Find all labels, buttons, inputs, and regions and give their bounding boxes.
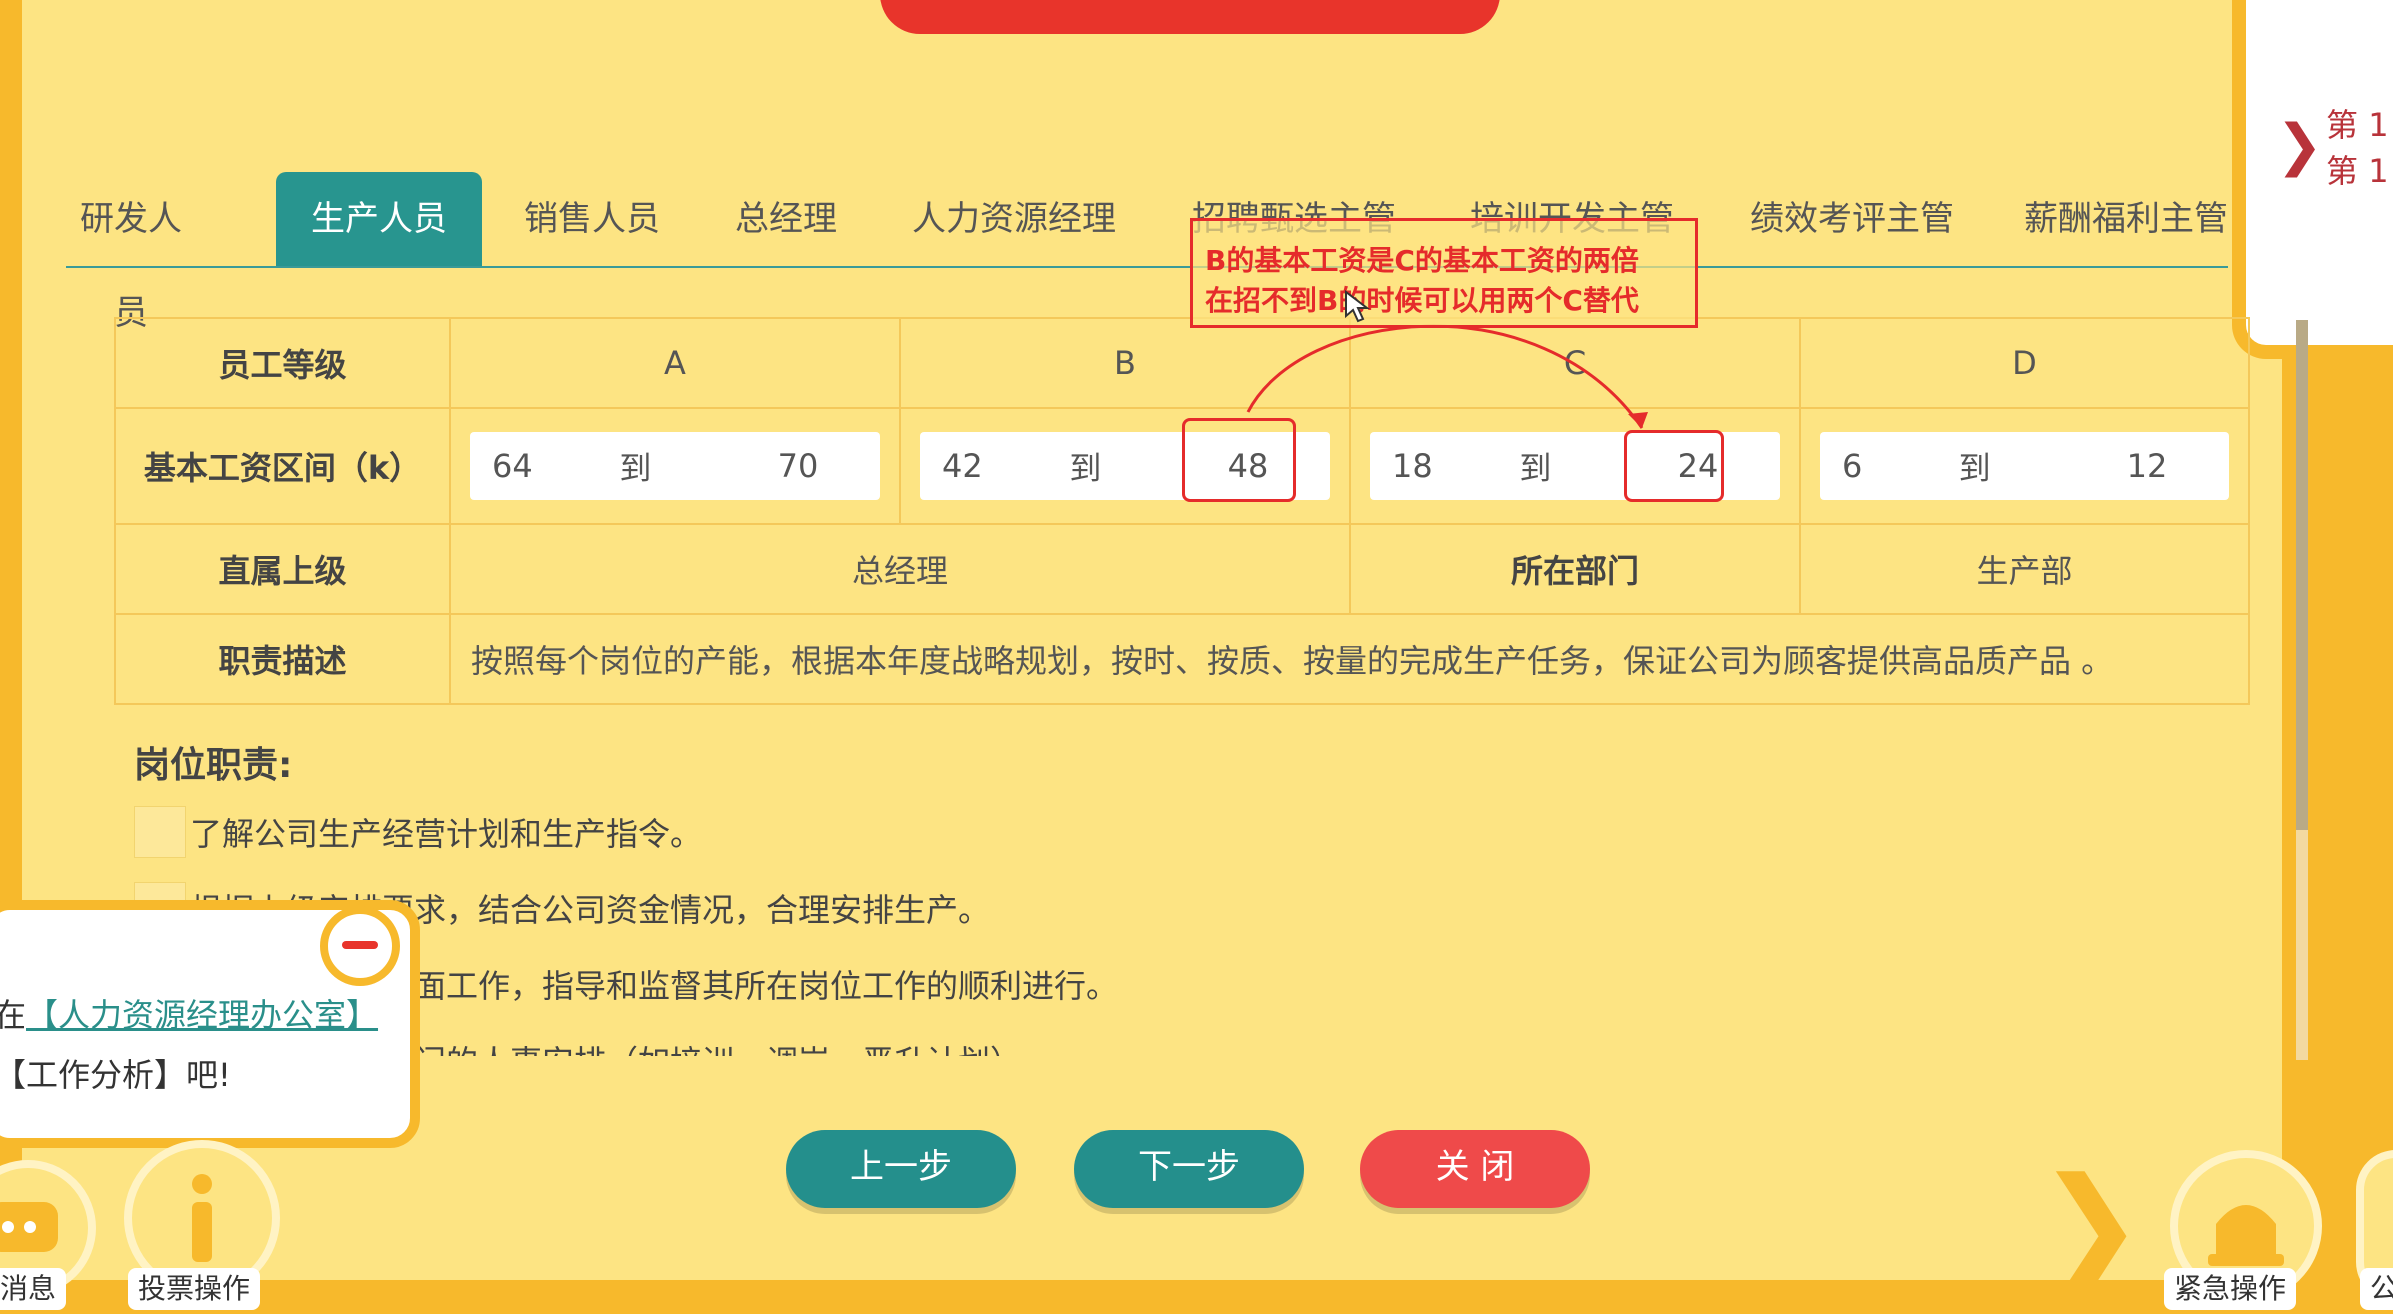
level-d: D <box>1799 317 2250 409</box>
salary-to-field[interactable]: 12 <box>2087 447 2207 485</box>
salary-header: 基本工资区间（k） <box>114 407 451 525</box>
next-button[interactable]: 下一步 <box>1074 1130 1304 1208</box>
desc-value: 按照每个岗位的产能，根据本年度战略规划，按时、按质、按量的完成生产任务，保证公司… <box>449 613 2250 705</box>
salary-to-label: 到 <box>1519 449 1552 487</box>
side-info-panel: ❯ 第 1 第 1 <box>2232 0 2393 359</box>
popup-line: 【工作分析】吧! <box>0 1056 231 1094</box>
side-info-line: 第 1 <box>2326 100 2389 146</box>
annotation-line: B的基本工资是C的基本工资的两倍 <box>1205 244 1639 277</box>
desc-header: 职责描述 <box>114 613 451 705</box>
minimize-icon[interactable] <box>320 906 400 986</box>
salary-from-field[interactable]: 42 <box>942 447 983 485</box>
duties-title: 岗位职责: <box>134 745 293 786</box>
superior-value: 总经理 <box>449 523 1351 615</box>
info-icon <box>192 1174 212 1262</box>
scrollbar-thumb[interactable] <box>2296 320 2308 830</box>
side-info-text: 第 <box>2326 152 2359 190</box>
side-info-number: 1 <box>2368 106 2389 144</box>
table-row: 员工等级 A B C D <box>114 317 2250 409</box>
position-tabs: 研发人员 生产人员 销售人员 总经理 人力资源经理 招聘甄选主管 培训开发主管 … <box>66 172 2228 333</box>
prev-button[interactable]: 上一步 <box>786 1130 1016 1208</box>
table-row: 职责描述 按照每个岗位的产能，根据本年度战略规划，按时、按质、按量的完成生产任务… <box>114 613 2250 705</box>
level-header: 员工等级 <box>114 317 451 409</box>
side-info-number: 1 <box>2368 152 2389 190</box>
salary-from-field[interactable]: 18 <box>1392 447 1433 485</box>
level-a: A <box>449 317 901 409</box>
position-info-table: 员工等级 A B C D 基本工资区间（k） 64 到 70 42 到 48 18 到 24… <box>114 317 2250 705</box>
tab-production[interactable]: 生产人员 <box>276 172 482 266</box>
task-popup: 在【人力资源经理办公室】 【工作分析】吧! <box>0 900 420 1148</box>
popup-line: 在【人力资源经理办公室】 <box>0 990 378 1036</box>
tab-sales[interactable]: 销售人员 <box>520 172 664 266</box>
vote-label: 投票操作 <box>128 1268 261 1310</box>
table-row: 直属上级 总经理 所在部门 生产部 <box>114 523 2250 615</box>
chevron-right-icon[interactable]: ❯ <box>2276 118 2323 174</box>
tab-hr-manager[interactable]: 人力资源经理 <box>904 172 1124 266</box>
duty-checkbox[interactable] <box>134 806 186 858</box>
salary-range: 64 到 70 <box>470 432 880 500</box>
side-info-text: 第 <box>2326 106 2359 144</box>
side-info-line: 第 1 <box>2326 146 2389 192</box>
chevron-right-icon[interactable]: ❯ <box>2036 1160 2145 1290</box>
dept-value: 生产部 <box>1799 523 2250 615</box>
hr-office-link[interactable]: 【人力资源经理办公室】 <box>26 996 378 1034</box>
tab-performance-supervisor[interactable]: 绩效考评主管 <box>1742 172 1962 266</box>
duties-section: 岗位职责: 了解公司生产经营计划和生产指令。 根据上级安排要求，结合公司资金情况… <box>114 696 2248 1056</box>
close-button[interactable]: 关 闭 <box>1360 1130 1590 1208</box>
tab-compensation-supervisor[interactable]: 薪酬福利主管 <box>2016 172 2236 266</box>
popup-prefix: 在 <box>0 996 27 1034</box>
salary-from-field[interactable]: 6 <box>1842 447 1862 485</box>
salary-to-label: 到 <box>619 449 652 487</box>
announce-label: 公 <box>2360 1268 2393 1310</box>
mouse-cursor-icon <box>1345 290 1370 323</box>
title-ribbon <box>880 0 1500 34</box>
tab-rd[interactable]: 研发人员 <box>66 172 196 333</box>
superior-header: 直属上级 <box>114 523 451 615</box>
emergency-label: 紧急操作 <box>2164 1268 2297 1310</box>
annotation-box: B的基本工资是C的基本工资的两倍 在招不到B的时候可以用两个C替代 <box>1190 218 1698 328</box>
salary-from-field[interactable]: 64 <box>492 447 533 485</box>
messages-label: 消息 <box>0 1268 67 1310</box>
content-scrollbar[interactable] <box>2296 320 2308 1060</box>
dept-header: 所在部门 <box>1349 523 1801 615</box>
salary-cell-a: 64 到 70 <box>449 407 901 525</box>
highlight-c-max <box>1624 430 1724 502</box>
duty-text: 了解公司生产经营计划和生产指令。 <box>190 815 703 853</box>
salary-to-label: 到 <box>1958 449 1991 487</box>
salary-range: 6 到 12 <box>1820 432 2229 500</box>
salary-to-label: 到 <box>1069 449 1102 487</box>
tab-general-manager[interactable]: 总经理 <box>726 172 846 266</box>
list-item: 了解公司生产经营计划和生产指令。 <box>134 806 702 858</box>
salary-to-field[interactable]: 70 <box>738 447 858 485</box>
annotation-line: 在招不到B的时候可以用两个C替代 <box>1205 284 1639 317</box>
salary-cell-d: 6 到 12 <box>1799 407 2250 525</box>
